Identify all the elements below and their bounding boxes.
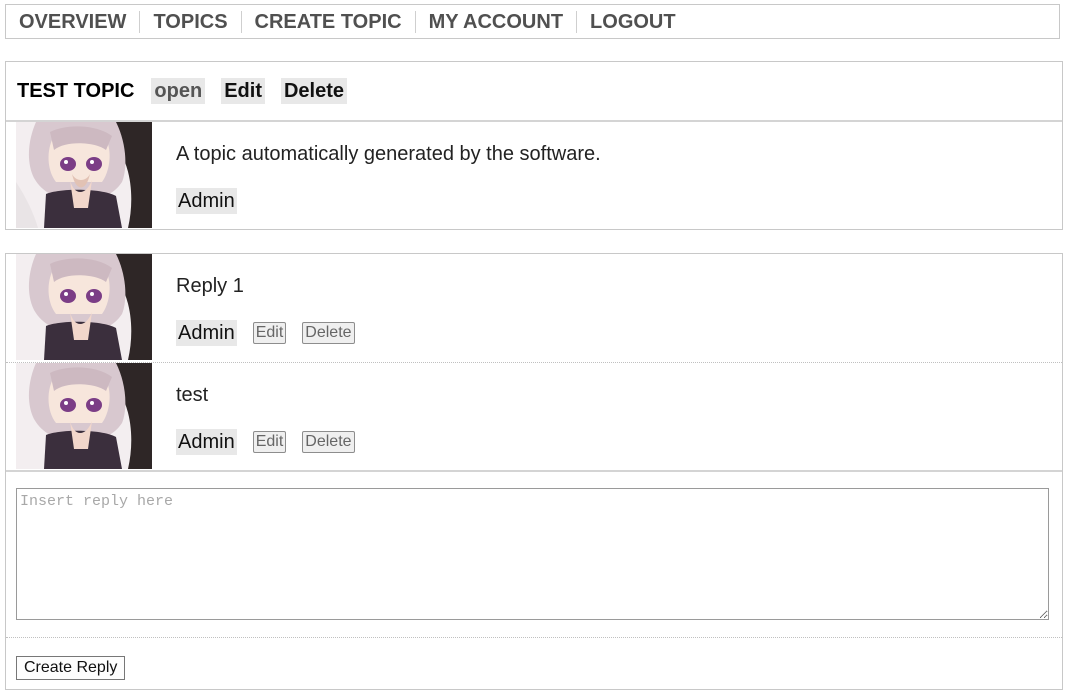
- reply-form: Create Reply: [6, 472, 1062, 689]
- delete-reply-button[interactable]: Delete: [302, 431, 355, 453]
- nav-my-account[interactable]: MY ACCOUNT: [414, 10, 576, 33]
- replies-panel: Reply 1 Admin Edit Delete test Admin Edi…: [5, 253, 1063, 690]
- reply-author[interactable]: Admin: [176, 320, 237, 346]
- nav-create-topic[interactable]: CREATE TOPIC: [240, 10, 415, 33]
- form-divider: [6, 637, 1062, 638]
- reply-author[interactable]: Admin: [176, 429, 237, 455]
- reply-item: test Admin Edit Delete: [6, 363, 1062, 472]
- reply-input[interactable]: [16, 488, 1049, 620]
- topic-meta: Admin: [176, 188, 601, 214]
- user-avatar: [16, 122, 152, 228]
- user-avatar: [16, 363, 152, 469]
- topic-author[interactable]: Admin: [176, 188, 237, 214]
- edit-reply-button[interactable]: Edit: [252, 322, 287, 344]
- reply-text: test: [176, 384, 209, 406]
- reply-item: Reply 1 Admin Edit Delete: [6, 254, 1062, 363]
- topic-text: A topic automatically generated by the s…: [176, 143, 601, 165]
- topic-panel: TEST TOPIC open Edit Delete A topic auto…: [5, 61, 1063, 230]
- delete-topic-button[interactable]: Delete: [280, 78, 348, 104]
- edit-reply-button[interactable]: Edit: [252, 431, 287, 453]
- create-reply-button[interactable]: Create Reply: [16, 656, 126, 680]
- reply-meta: Admin Edit Delete: [176, 320, 355, 346]
- topic-body: A topic automatically generated by the s…: [176, 142, 601, 214]
- topic-header: TEST TOPIC open Edit Delete: [6, 62, 1062, 122]
- nav-topics[interactable]: TOPICS: [139, 10, 240, 33]
- main-navigation: OVERVIEW TOPICS CREATE TOPIC MY ACCOUNT …: [5, 4, 1060, 39]
- reply-body: Reply 1 Admin Edit Delete: [176, 274, 355, 346]
- topic-status-badge: open: [151, 78, 206, 104]
- reply-text: Reply 1: [176, 275, 244, 297]
- topic-post: A topic automatically generated by the s…: [6, 122, 1062, 229]
- user-avatar: [16, 254, 152, 360]
- reply-body: test Admin Edit Delete: [176, 383, 355, 455]
- topic-title: TEST TOPIC: [17, 79, 135, 102]
- nav-logout[interactable]: LOGOUT: [576, 10, 689, 33]
- nav-overview[interactable]: OVERVIEW: [12, 11, 139, 33]
- delete-reply-button[interactable]: Delete: [302, 322, 355, 344]
- edit-topic-button[interactable]: Edit: [221, 78, 265, 104]
- reply-meta: Admin Edit Delete: [176, 429, 355, 455]
